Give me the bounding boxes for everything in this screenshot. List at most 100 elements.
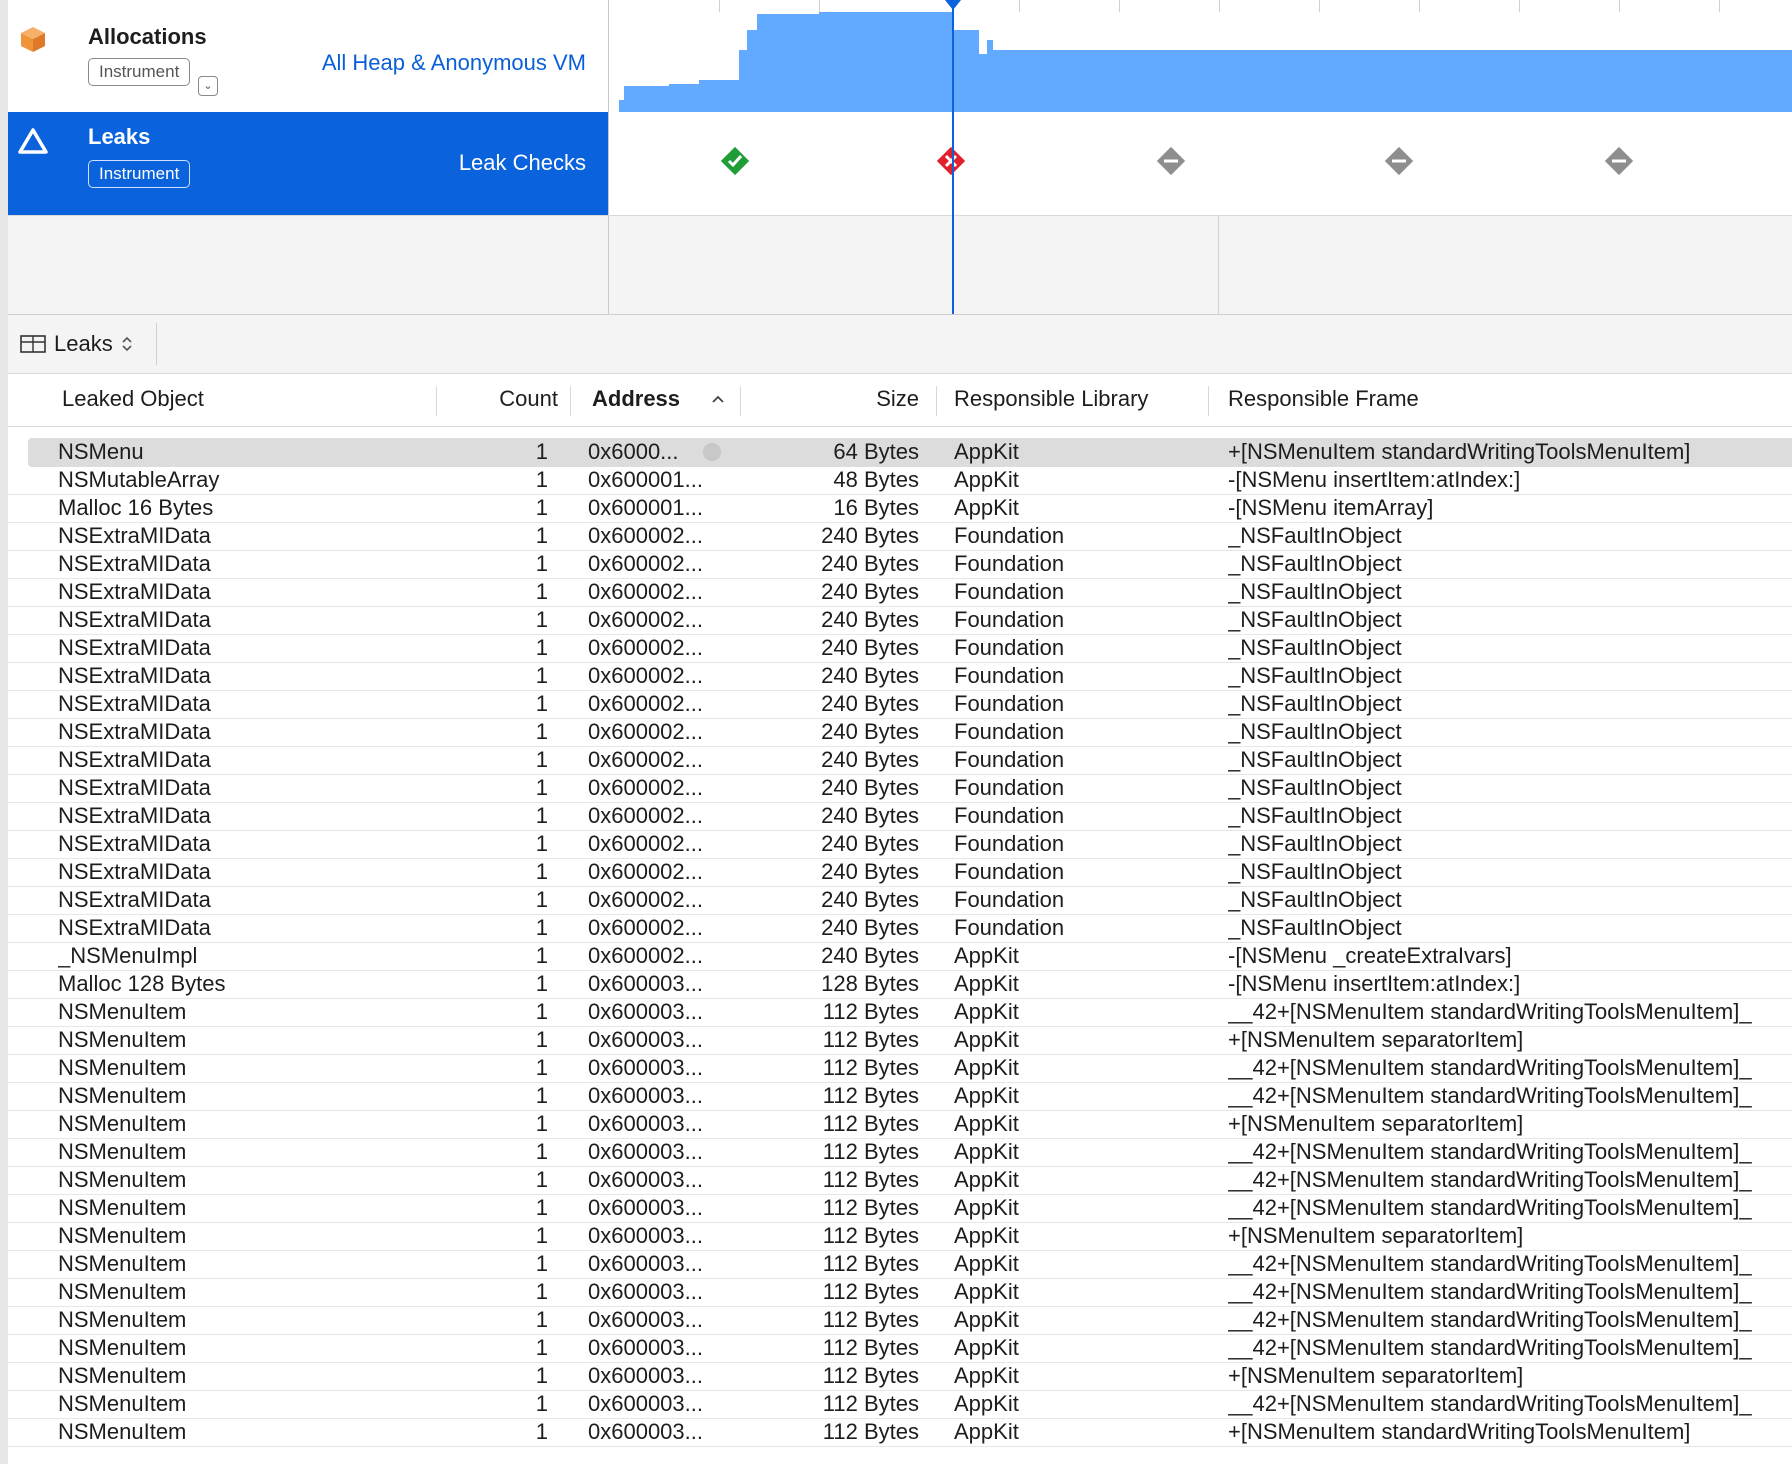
cell-size: 240 Bytes xyxy=(821,523,919,548)
table-row[interactable]: NSExtraMIData 1 0x600002... 240 Bytes Founda… xyxy=(8,802,1792,831)
cell-responsible-frame: __42+[NSMenuItem standardWritingToolsMen… xyxy=(1228,1167,1752,1192)
column-header-responsible-library[interactable]: Responsible Library xyxy=(954,386,1148,412)
table-row[interactable]: NSExtraMIData 1 0x600002... 240 Bytes Founda… xyxy=(8,578,1792,607)
column-divider[interactable] xyxy=(740,386,741,416)
table-row[interactable]: NSExtraMIData 1 0x600002... 240 Bytes Founda… xyxy=(8,914,1792,943)
empty-track-label xyxy=(8,216,609,314)
cell-count: 1 xyxy=(535,887,548,912)
leaks-track-label[interactable]: Leaks Instrument Leak Checks xyxy=(8,112,608,215)
table-row[interactable]: NSMenuItem 1 0x600003... 112 Bytes AppKit __4… xyxy=(8,1278,1792,1307)
leaks-track[interactable]: Leaks Instrument Leak Checks xyxy=(8,112,1792,216)
leak-check-pending-icon[interactable] xyxy=(1383,145,1415,177)
go-to-arrow-icon[interactable] xyxy=(703,443,721,461)
chevron-down-icon[interactable]: ⌄ xyxy=(198,76,218,96)
cell-count: 1 xyxy=(535,1251,548,1276)
sort-ascending-icon[interactable] xyxy=(711,394,725,404)
leaks-table-body[interactable]: NSMenu 1 0x6000... 64 Bytes AppKit +[NSMenuIt… xyxy=(8,438,1792,1464)
allocations-detail[interactable]: All Heap & Anonymous VM xyxy=(322,50,586,76)
table-row[interactable]: NSMenuItem 1 0x600003... 112 Bytes AppKit __4… xyxy=(8,1250,1792,1279)
table-row[interactable]: NSMenuItem 1 0x600003... 112 Bytes AppKit +[N… xyxy=(8,1418,1792,1447)
table-row[interactable]: NSExtraMIData 1 0x600002... 240 Bytes Founda… xyxy=(8,606,1792,635)
cell-responsible-library: Foundation xyxy=(954,551,1065,576)
allocations-graph[interactable] xyxy=(608,0,1792,112)
table-row[interactable]: NSMenuItem 1 0x600003... 112 Bytes AppKit +[N… xyxy=(8,1110,1792,1139)
cell-responsible-frame: _NSFaultInObject xyxy=(1228,831,1402,856)
table-row[interactable]: _NSMenuImpl 1 0x600002... 240 Bytes AppKit -[… xyxy=(8,942,1792,971)
cell-leaked-object: NSExtraMIData xyxy=(58,635,211,660)
cell-size: 112 Bytes xyxy=(822,1167,919,1192)
table-row[interactable]: Malloc 16 Bytes 1 0x600001... 16 Bytes AppKi… xyxy=(8,494,1792,523)
leaks-instrument-badge[interactable]: Instrument xyxy=(88,160,191,188)
column-header-leaked-object[interactable]: Leaked Object xyxy=(62,386,204,412)
table-row[interactable]: NSExtraMIData 1 0x600002... 240 Bytes Founda… xyxy=(8,550,1792,579)
table-row[interactable]: NSExtraMIData 1 0x600002... 240 Bytes Founda… xyxy=(8,858,1792,887)
table-row[interactable]: NSMutableArray 1 0x600001... 48 Bytes AppKit… xyxy=(8,466,1792,495)
table-row[interactable]: NSMenuItem 1 0x600003... 112 Bytes AppKit __4… xyxy=(8,1390,1792,1419)
table-row[interactable]: NSExtraMIData 1 0x600002... 240 Bytes Founda… xyxy=(8,662,1792,691)
table-row[interactable]: NSMenuItem 1 0x600003... 112 Bytes AppKit __4… xyxy=(8,1334,1792,1363)
cell-leaked-object: NSMenuItem xyxy=(58,1167,187,1192)
cell-size: 112 Bytes xyxy=(822,1111,919,1136)
cell-leaked-object: NSExtraMIData xyxy=(58,691,211,716)
table-row[interactable]: Malloc 128 Bytes 1 0x600003... 128 Bytes App… xyxy=(8,970,1792,999)
column-divider[interactable] xyxy=(1208,386,1209,416)
leak-check-pending-icon[interactable] xyxy=(1155,145,1187,177)
leak-check-passed-icon[interactable] xyxy=(719,145,751,177)
cell-count: 1 xyxy=(535,691,548,716)
table-row[interactable]: NSExtraMIData 1 0x600002... 240 Bytes Founda… xyxy=(8,774,1792,803)
cell-leaked-object: NSExtraMIData xyxy=(58,887,211,912)
cell-responsible-library: AppKit xyxy=(954,1055,1019,1080)
cell-responsible-library: AppKit xyxy=(954,1251,1019,1276)
cell-responsible-frame: _NSFaultInObject xyxy=(1228,803,1402,828)
cell-size: 112 Bytes xyxy=(822,1055,919,1080)
playhead-handle[interactable] xyxy=(945,0,961,10)
column-divider[interactable] xyxy=(436,386,437,416)
table-row[interactable]: NSExtraMIData 1 0x600002... 240 Bytes Founda… xyxy=(8,830,1792,859)
column-header-responsible-frame[interactable]: Responsible Frame xyxy=(1228,386,1419,412)
table-row[interactable]: NSMenu 1 0x6000... 64 Bytes AppKit +[NSMenuIt… xyxy=(28,438,1792,467)
table-row[interactable]: NSMenuItem 1 0x600003... 112 Bytes AppKit __4… xyxy=(8,1082,1792,1111)
table-header: Leaked Object Count Address Size Respons… xyxy=(8,374,1792,427)
column-header-count[interactable]: Count xyxy=(486,386,558,412)
column-header-address[interactable]: Address xyxy=(592,386,680,412)
table-row[interactable]: NSMenuItem 1 0x600003... 112 Bytes AppKit __4… xyxy=(8,1138,1792,1167)
column-divider[interactable] xyxy=(936,386,937,416)
table-row[interactable]: NSMenuItem 1 0x600003... 112 Bytes AppKit __4… xyxy=(8,1306,1792,1335)
table-row[interactable]: NSExtraMIData 1 0x600002... 240 Bytes Founda… xyxy=(8,718,1792,747)
cell-size: 112 Bytes xyxy=(822,1223,919,1248)
column-divider[interactable] xyxy=(570,386,571,416)
table-row[interactable]: NSExtraMIData 1 0x600002... 240 Bytes Founda… xyxy=(8,690,1792,719)
playhead[interactable] xyxy=(952,0,954,314)
cell-responsible-frame: -[NSMenu insertItem:atIndex:] xyxy=(1228,971,1521,996)
cell-responsible-library: AppKit xyxy=(954,1083,1019,1108)
cell-leaked-object: NSMenuItem xyxy=(58,1195,187,1220)
leak-check-pending-icon[interactable] xyxy=(1603,145,1635,177)
leak-check-failed-icon[interactable] xyxy=(935,145,967,177)
table-row[interactable]: NSMenuItem 1 0x600003... 112 Bytes AppKit __4… xyxy=(8,1054,1792,1083)
column-header-size[interactable]: Size xyxy=(808,386,919,412)
table-row[interactable]: NSExtraMIData 1 0x600002... 240 Bytes Founda… xyxy=(8,634,1792,663)
table-row[interactable]: NSMenuItem 1 0x600003... 112 Bytes AppKit __4… xyxy=(8,1194,1792,1223)
leaks-graph[interactable] xyxy=(608,112,1792,215)
leaks-detail[interactable]: Leak Checks xyxy=(459,150,586,176)
cell-size: 112 Bytes xyxy=(822,1139,919,1164)
cell-count: 1 xyxy=(535,943,548,968)
allocations-instrument-badge[interactable]: Instrument xyxy=(88,58,191,86)
table-row[interactable]: NSMenuItem 1 0x600003... 112 Bytes AppKit +[N… xyxy=(8,1026,1792,1055)
cell-responsible-library: AppKit xyxy=(954,999,1019,1024)
allocations-track[interactable]: Allocations Instrument ⌄ All Heap & Anon… xyxy=(8,0,1792,113)
table-row[interactable]: NSExtraMIData 1 0x600002... 240 Bytes Founda… xyxy=(8,746,1792,775)
cell-count: 1 xyxy=(535,1335,548,1360)
table-row[interactable]: NSMenuItem 1 0x600003... 112 Bytes AppKit +[N… xyxy=(8,1222,1792,1251)
cell-responsible-frame: __42+[NSMenuItem standardWritingToolsMen… xyxy=(1228,1251,1752,1276)
detail-view-selector[interactable]: Leaks xyxy=(20,329,133,359)
table-row[interactable]: NSMenuItem 1 0x600003... 112 Bytes AppKit __4… xyxy=(8,1166,1792,1195)
table-row[interactable]: NSMenuItem 1 0x600003... 112 Bytes AppKit +[N… xyxy=(8,1362,1792,1391)
allocations-track-label[interactable]: Allocations Instrument ⌄ All Heap & Anon… xyxy=(8,0,608,112)
cell-size: 112 Bytes xyxy=(822,1307,919,1332)
cell-leaked-object: _NSMenuImpl xyxy=(58,943,198,968)
table-row[interactable]: NSExtraMIData 1 0x600002... 240 Bytes Founda… xyxy=(8,886,1792,915)
cell-responsible-library: AppKit xyxy=(954,1223,1019,1248)
table-row[interactable]: NSMenuItem 1 0x600003... 112 Bytes AppKit __4… xyxy=(8,998,1792,1027)
table-row[interactable]: NSExtraMIData 1 0x600002... 240 Bytes Founda… xyxy=(8,522,1792,551)
